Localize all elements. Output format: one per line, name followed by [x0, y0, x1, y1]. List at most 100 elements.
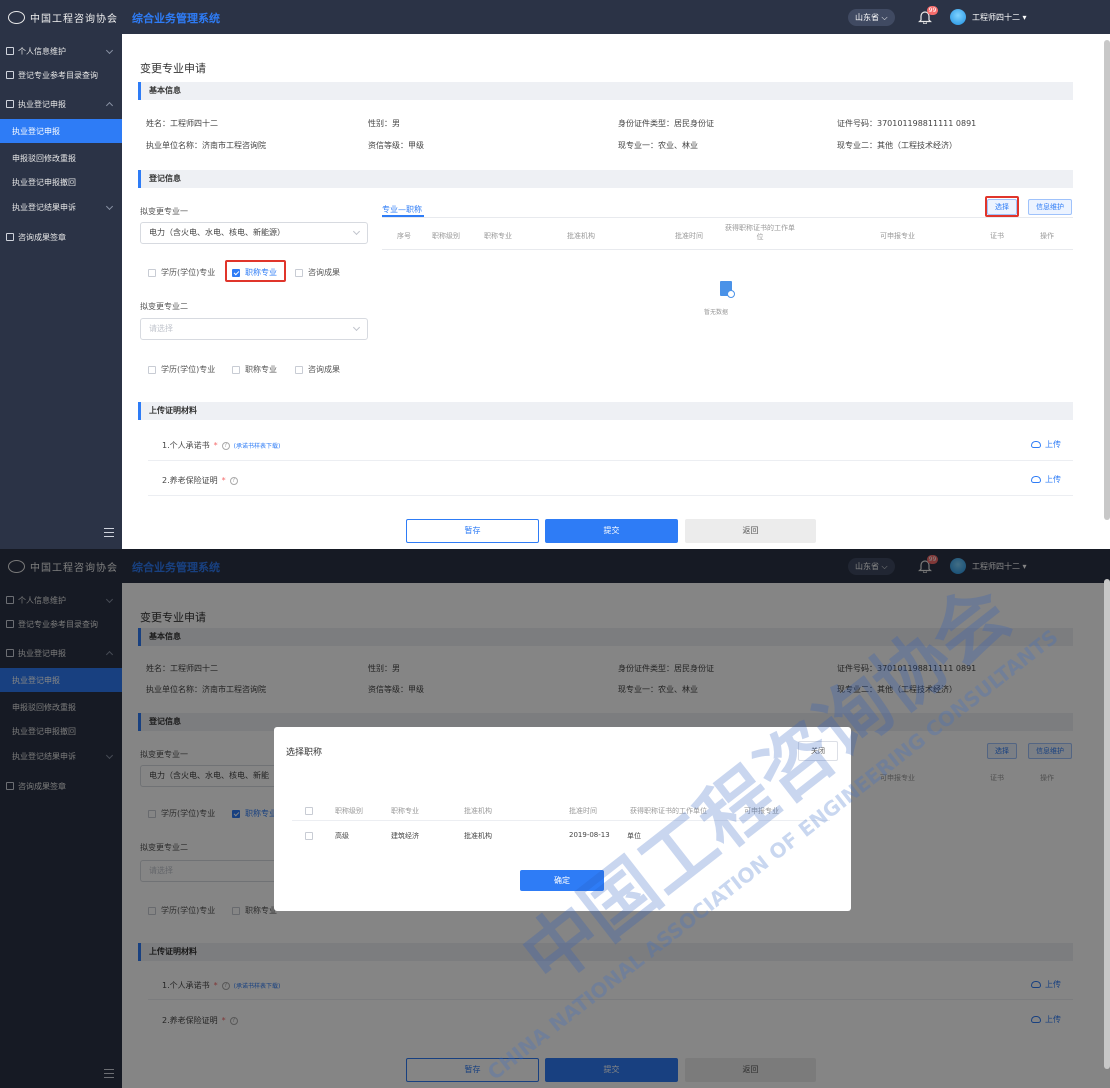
upload-item-commitment: 1.个人承诺书 *? (承诺书样表下载) [162, 440, 280, 451]
unit-field: 执业单位名称：济南市工程咨询院 [146, 141, 266, 150]
id-number-field: 证件号码：370101198811111 0891 [837, 119, 977, 128]
sidebar-item-personal-info[interactable]: 个人信息维护 [0, 39, 122, 63]
section-registration-info: 登记信息 [138, 170, 1073, 188]
sidebar-item-label: 个人信息维护 [18, 46, 66, 56]
sidebar: 个人信息维护 登记专业参考目录查询 执业登记申报 执业登记申报 申报驳回修改重报… [0, 34, 122, 549]
empty-data-text: 暂无数据 [704, 309, 729, 316]
upload-button-label: 上传 [1045, 475, 1061, 484]
scrollbar[interactable] [1104, 40, 1110, 520]
checkbox[interactable] [232, 365, 240, 374]
tab-divider [382, 217, 1073, 218]
col-approving-org: 批准机构 [464, 807, 492, 815]
cloud-upload-icon [1031, 476, 1041, 483]
sidebar-item-registration-group[interactable]: 执业登记申报 [0, 92, 122, 116]
cell-approving-org: 批准机构 [464, 832, 492, 840]
chevron-down-icon [352, 323, 361, 332]
cell-title-level: 高级 [335, 832, 349, 840]
sidebar-item-catalog-query[interactable]: 登记专业参考目录查询 [0, 63, 122, 87]
required-mark: * [213, 441, 218, 450]
submit-button[interactable]: 提交 [545, 519, 678, 543]
page-title: 变更专业申请 [140, 62, 206, 75]
list-icon [6, 71, 14, 79]
cell-approval-date: 2019-08-13 [569, 831, 610, 839]
option-degree-major[interactable]: 学历(学位)专业 [148, 267, 215, 278]
logo-text: 中国工程咨询协会 [30, 13, 118, 25]
col-approving-org: 批准机构 [567, 232, 595, 240]
province-label: 山东省 [855, 13, 879, 22]
upload-button-2[interactable]: 上传 [1031, 474, 1061, 485]
section-upload: 上传证明材料 [138, 402, 1073, 420]
cloud-upload-icon [1031, 441, 1041, 448]
current-major-1: 现专业一：农业、林业 [618, 141, 698, 150]
screenshot-modal: 中国工程咨询协会 综合业务管理系统 山东省 ⌵ 99 工程师四十二 ▾ 个人信息… [0, 549, 1110, 1088]
sidebar-item-label: 执业登记申报 [18, 99, 66, 109]
collapse-menu-icon[interactable] [104, 528, 114, 537]
option-label: 咨询成果 [308, 268, 340, 277]
confirm-button[interactable]: 确定 [520, 870, 604, 891]
cell-work-unit: 单位 [627, 832, 641, 840]
col-approval-date: 批准时间 [569, 807, 597, 815]
chevron-up-icon [105, 101, 114, 110]
table-header-divider [292, 820, 830, 821]
divider [148, 495, 1073, 496]
logo-mark-icon [8, 10, 25, 24]
sidebar-item-label: 登记专业参考目录查询 [18, 70, 98, 80]
option-consulting-result[interactable]: 咨询成果 [295, 267, 340, 278]
col-title-major: 职称专业 [484, 232, 512, 240]
checkbox[interactable] [295, 268, 303, 277]
save-draft-button[interactable]: 暂存 [406, 519, 539, 543]
current-major-2: 现专业二：其他（工程技术经济） [837, 141, 957, 150]
section-basic-info: 基本信息 [138, 82, 1073, 100]
user-menu[interactable]: 工程师四十二 ▾ [972, 12, 1027, 23]
checkbox[interactable] [148, 268, 156, 277]
empty-data-icon [720, 281, 735, 298]
option-degree-major-2[interactable]: 学历(学位)专业 [148, 364, 215, 375]
app-logo: 中国工程咨询协会 [8, 9, 118, 25]
name-field: 姓名：工程师四十二 [146, 119, 218, 128]
sidebar-item-label: 执业登记申报 [12, 126, 60, 136]
col-index: 序号 [397, 232, 411, 240]
help-icon[interactable]: ? [221, 441, 230, 450]
select-all-checkbox[interactable] [305, 807, 313, 815]
checkbox[interactable] [295, 365, 303, 374]
col-operation: 操作 [1040, 232, 1054, 240]
col-work-unit: 获得职称证书的工作单位 [725, 224, 795, 241]
back-button[interactable]: 返回 [685, 519, 816, 543]
sidebar-item-seal[interactable]: 咨询成果签章 [0, 225, 122, 249]
required-mark: * [221, 476, 226, 485]
app-title: 综合业务管理系统 [132, 12, 220, 25]
avatar[interactable] [950, 9, 966, 25]
sidebar-item-appeal[interactable]: 执业登记结果申诉 [0, 195, 122, 219]
screenshot-form: 中国工程咨询协会 综合业务管理系统 山东省 ⌵ 99 工程师四十二 ▾ 个人信息… [0, 0, 1110, 549]
sidebar-item-withdraw[interactable]: 执业登记申报撤回 [0, 170, 122, 194]
notification-badge: 99 [927, 6, 938, 15]
highlight-box [225, 260, 286, 282]
scrollbar[interactable] [1104, 579, 1110, 1069]
info-maintenance-button[interactable]: 信息维护 [1028, 199, 1072, 215]
help-icon[interactable]: ? [229, 476, 238, 485]
tab-major-title[interactable]: 专业—职称 [382, 204, 422, 215]
option-title-major-2[interactable]: 职称专业 [232, 364, 277, 375]
col-approval-date: 批准时间 [675, 232, 703, 240]
col-title-level: 职称级别 [335, 807, 363, 815]
col-work-unit: 获得职称证书的工作单位 [630, 807, 707, 815]
gender-field: 性别：男 [368, 119, 400, 128]
highlight-box [985, 196, 1019, 217]
chevron-down-icon [105, 202, 114, 211]
close-button[interactable]: 关闭 [798, 741, 838, 761]
col-certificate: 证书 [990, 232, 1004, 240]
checkbox[interactable] [148, 365, 156, 374]
row-checkbox[interactable] [305, 832, 313, 840]
upload-button-1[interactable]: 上传 [1031, 439, 1061, 450]
sidebar-item-registration[interactable]: 执业登记申报 [0, 119, 122, 143]
upload-item-pension: 2.养老保险证明 *? [162, 475, 238, 486]
sidebar-item-resubmit[interactable]: 申报驳回修改重报 [0, 146, 122, 170]
main-content: 变更专业申请 基本信息 姓名：工程师四十二 性别：男 身份证件类型：居民身份证 … [122, 34, 1110, 549]
option-label: 咨询成果 [308, 365, 340, 374]
template-download-link[interactable]: (承诺书样表下载) [234, 441, 281, 450]
upload-item-label: 1.个人承诺书 [162, 441, 210, 450]
option-consulting-result-2[interactable]: 咨询成果 [295, 364, 340, 375]
change-major-1-select[interactable]: 电力（含火电、水电、核电、新能源） [140, 222, 368, 244]
change-major-2-select[interactable]: 请选择 [140, 318, 368, 340]
province-selector[interactable]: 山东省 ⌵ [848, 9, 895, 26]
